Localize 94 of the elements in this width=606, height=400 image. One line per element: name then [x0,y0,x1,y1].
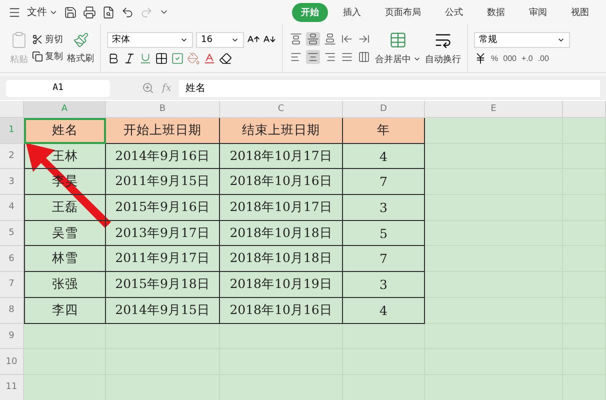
name-box[interactable]: A1 [6,80,110,96]
ribbon-tab[interactable]: 数据 [478,2,514,22]
header-cell: 开始上班日期 [106,118,220,144]
font-size: 16 [201,34,212,44]
copy-button[interactable]: 复制 [32,50,63,63]
border-icon[interactable] [155,52,168,64]
italic-icon[interactable] [123,52,136,64]
header-cell: 姓名 [24,118,106,144]
eraser-icon[interactable] [219,52,232,64]
number-format-button[interactable]: 000 [502,52,518,64]
justify-align-button[interactable] [340,50,354,64]
table-cell: 2014年9月16日 [106,144,220,170]
table-cell: 李四 [24,298,106,324]
merge-cells-icon[interactable] [389,30,407,48]
column-header[interactable]: D [343,101,425,118]
middle-align-button[interactable] [306,32,320,46]
row-header[interactable]: 8 [0,298,24,324]
left-align-button[interactable] [289,50,303,64]
table-cell: 2018年10月18日 [220,246,343,272]
right-align-button[interactable] [323,50,337,64]
header-cell: 结束上班日期 [220,118,343,144]
format-painter-button[interactable]: 格式刷 [67,52,94,64]
number-format-button[interactable]: +.0 [520,52,534,64]
table-cell: 3 [343,272,425,298]
row-header[interactable]: 3 [0,169,24,196]
top-align-button[interactable] [289,32,303,46]
cut-button[interactable]: 剪切 [32,33,63,46]
font-name: 宋体 [112,34,130,46]
outdent-align-button[interactable] [340,32,354,46]
font-size-field[interactable]: 16 [196,32,244,48]
table-cell: 3 [343,195,425,221]
print-icon[interactable] [83,6,96,18]
number-format-button[interactable]: % [490,52,500,64]
ribbon-tab[interactable]: 视图 [562,2,598,22]
row-header[interactable]: 2 [0,144,24,170]
column-header[interactable]: E [425,101,563,118]
currency-icon[interactable] [474,52,487,64]
table-cell: 2011年9月17日 [106,246,220,272]
ribbon-tab[interactable]: 插入 [334,2,370,22]
table-cell: 4 [343,298,425,324]
table-cell: 7 [343,246,425,272]
column-header[interactable]: B [106,101,220,118]
table-cell: 2015年9月18日 [106,272,220,298]
undo-icon[interactable] [121,6,134,18]
table-cell: 2018年10月19日 [220,272,343,298]
table-cell: 2018年10月17日 [220,144,343,170]
table-cell: 5 [343,220,425,246]
copy-icon [32,51,43,62]
row-header[interactable]: 6 [0,246,24,272]
merge-center-button[interactable]: 合并居中 [375,52,421,66]
number-format-button[interactable]: .00 [536,52,550,64]
table-cell: 2018年10月18日 [220,220,343,246]
table-cell: 2014年9月15日 [106,298,220,324]
row-header[interactable]: 4 [0,195,24,221]
row-header[interactable]: 10 [0,349,24,375]
center-align-button[interactable] [306,50,320,64]
format-painter-icon[interactable] [72,32,88,48]
font-color-icon[interactable] [203,52,216,64]
indent-align-button[interactable] [357,32,371,46]
save-icon[interactable] [64,6,77,18]
row-header[interactable]: 11 [0,374,24,400]
empty-cell [563,118,606,144]
table-cell: 张强 [24,272,106,298]
number-format: 常规 [479,34,497,46]
table-cell: 2015年9月16日 [106,195,220,221]
table-cell: 林雪 [24,246,106,272]
row-header[interactable]: 7 [0,272,24,298]
cell-style-icon[interactable] [171,52,184,64]
menu-icon[interactable] [8,6,21,18]
distribute-align-button[interactable] [357,50,371,64]
dropdown-caret-icon[interactable] [413,55,421,63]
bold-icon[interactable] [107,52,120,64]
formula-field[interactable]: 姓名 [179,80,600,96]
file-menu[interactable]: 文件 [27,5,58,19]
table-cell: 7 [343,169,425,196]
table-cell: 2018年10月17日 [220,195,343,221]
scissors-icon [32,34,43,45]
ribbon-tab[interactable]: 审阅 [520,2,556,22]
wrap-text-button[interactable]: 自动换行 [425,52,461,66]
table-cell: 2011年9月15日 [106,169,220,196]
ribbon-tab[interactable]: 页面布局 [376,2,430,22]
row-header[interactable]: 9 [0,324,24,350]
number-format-field[interactable]: 常规 [474,32,570,48]
header-cell: 年 [343,118,425,144]
font-name-field[interactable]: 宋体 [107,32,193,48]
row-header[interactable]: 5 [0,220,24,246]
column-header[interactable]: C [220,101,343,118]
bottom-align-button[interactable] [323,32,337,46]
table-cell: 4 [343,144,425,170]
fill-color-icon[interactable] [187,52,200,64]
ribbon-tab[interactable]: 公式 [436,2,472,22]
print-preview-icon[interactable] [102,6,115,18]
table-cell: 2018年10月16日 [220,169,343,196]
table-cell: 2018年10月16日 [220,298,343,324]
